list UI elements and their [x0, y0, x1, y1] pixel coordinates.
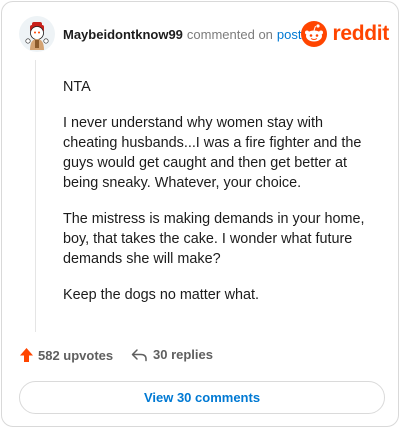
user-avatar[interactable] — [19, 16, 55, 52]
comment-paragraph: Keep the dogs no matter what. — [63, 287, 259, 303]
comment-meta: Maybeidontknow99 commented on post — [63, 27, 302, 42]
comment-actions: 582 upvotes 30 replies — [19, 347, 389, 367]
comment-card: Maybeidontknow99 commented on post reddit … — [1, 1, 399, 427]
reddit-snoo-icon — [301, 21, 328, 47]
commented-on-label: commented on — [186, 27, 273, 42]
reddit-logo[interactable]: reddit — [301, 21, 389, 47]
reply-count: 30 replies — [153, 347, 213, 362]
comment-paragraph: I never understand why women stay with c… — [63, 115, 362, 191]
comment-paragraph: NTA — [63, 79, 91, 95]
replies-button[interactable]: 30 replies — [131, 347, 213, 362]
username-link[interactable]: Maybeidontknow99 — [63, 27, 183, 42]
reddit-wordmark: reddit — [332, 22, 389, 45]
view-comments-button[interactable]: View 30 comments — [19, 381, 385, 414]
comment-paragraph: The mistress is making demands in your h… — [63, 211, 365, 267]
comment-body: NTA I never understand why women stay wi… — [63, 77, 373, 321]
upvote-arrow-icon — [20, 348, 33, 362]
upvote-button[interactable]: 582 upvotes — [19, 347, 113, 363]
comment-header: Maybeidontknow99 commented on post reddit — [19, 16, 389, 56]
post-link[interactable]: post — [277, 27, 302, 42]
thread-line — [35, 60, 36, 332]
upvote-count: 582 upvotes — [38, 347, 114, 363]
reply-arrow-icon — [131, 348, 147, 361]
